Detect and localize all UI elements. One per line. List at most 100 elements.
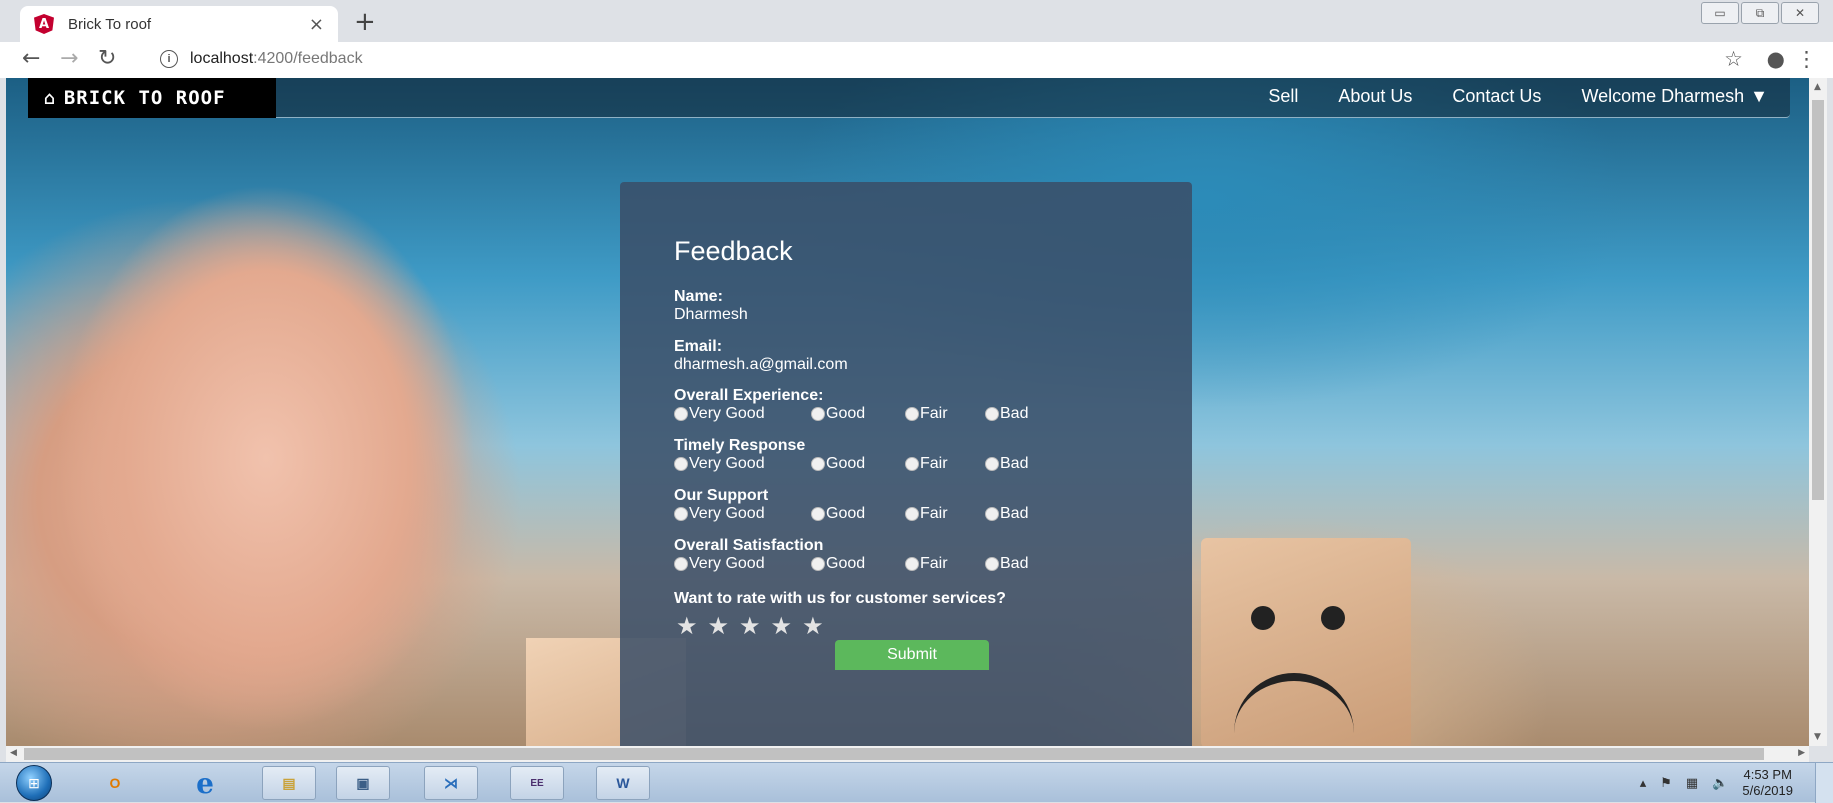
radio-label: Good — [826, 555, 866, 572]
scroll-right-icon[interactable]: ▶ — [1798, 748, 1805, 758]
radio-dot[interactable] — [674, 557, 688, 571]
radio-group-overall-satisfaction: Very Good Good Fair Bad — [674, 555, 1028, 573]
background-hand-image — [6, 158, 606, 746]
radio-dot[interactable] — [674, 407, 688, 421]
forward-icon[interactable]: → — [60, 46, 78, 71]
restore-icon[interactable]: ⧉ — [1741, 2, 1779, 24]
caret-down-icon: ▼ — [1750, 85, 1768, 106]
radio-dot[interactable] — [811, 507, 825, 521]
user-menu[interactable]: Welcome Dharmesh ▼ — [1581, 86, 1768, 107]
star-icon[interactable]: ★ — [676, 612, 698, 640]
radio-dot[interactable] — [905, 457, 919, 471]
radio-fair[interactable]: Fair — [905, 405, 985, 423]
radio-dot[interactable] — [674, 457, 688, 471]
radio-label: Bad — [1000, 405, 1029, 422]
radio-bad[interactable]: Bad — [985, 505, 1028, 523]
radio-label: Bad — [1000, 455, 1029, 472]
radio-good[interactable]: Good — [811, 555, 905, 573]
volume-icon[interactable]: 🔈 — [1712, 776, 1728, 791]
star-icon[interactable]: ★ — [802, 612, 824, 640]
horizontal-scrollbar[interactable]: ◀ ▶ — [6, 746, 1809, 762]
tab-title: Brick To roof — [68, 15, 152, 33]
radio-dot[interactable] — [985, 507, 999, 521]
radio-dot[interactable] — [905, 407, 919, 421]
nav-link-sell[interactable]: Sell — [1268, 86, 1298, 107]
radio-dot[interactable] — [674, 507, 688, 521]
outlook-icon[interactable]: O — [90, 766, 140, 800]
star-icon[interactable]: ★ — [739, 612, 761, 640]
minimize-icon[interactable]: ▭ — [1701, 2, 1739, 24]
rating-question: Want to rate with us for customer servic… — [674, 590, 1006, 607]
radio-label: Very Good — [689, 405, 765, 422]
radio-dot[interactable] — [811, 407, 825, 421]
horizontal-scroll-thumb[interactable] — [24, 748, 1764, 760]
radio-bad[interactable]: Bad — [985, 405, 1028, 423]
radio-dot[interactable] — [905, 507, 919, 521]
close-window-icon[interactable]: ✕ — [1781, 2, 1819, 24]
reload-icon[interactable]: ↻ — [98, 46, 116, 71]
browser-tab-strip: A Brick To roof × + ▭ ⧉ ✕ — [0, 0, 1833, 42]
flag-icon[interactable]: ⚑ — [1660, 776, 1672, 791]
task-window-icon[interactable]: ▣ — [336, 766, 390, 800]
radio-very-good[interactable]: Very Good — [674, 555, 811, 573]
scroll-down-icon[interactable]: ▼ — [1814, 732, 1821, 742]
bookmark-star-icon[interactable]: ☆ — [1724, 47, 1743, 71]
vertical-scroll-thumb[interactable] — [1812, 100, 1824, 500]
browser-tab[interactable]: A Brick To roof × — [20, 6, 338, 42]
radio-fair[interactable]: Fair — [905, 455, 985, 473]
scroll-up-icon[interactable]: ▲ — [1814, 82, 1821, 92]
tray-expand-icon[interactable]: ▴ — [1640, 776, 1647, 791]
word-icon[interactable]: W — [596, 766, 650, 800]
menu-kebab-icon[interactable]: ⋮ — [1796, 47, 1817, 71]
new-tab-button[interactable]: + — [354, 7, 376, 37]
radio-good[interactable]: Good — [811, 455, 905, 473]
clock-time: 4:53 PM — [1743, 767, 1792, 782]
name-label: Name: — [674, 288, 723, 305]
star-icon[interactable]: ★ — [708, 612, 730, 640]
nav-links: Sell About Us Contact Us Welcome Dharmes… — [1268, 78, 1768, 114]
window-controls: ▭ ⧉ ✕ — [1701, 2, 1819, 24]
angular-icon: A — [34, 14, 54, 34]
radio-dot[interactable] — [985, 407, 999, 421]
star-icon[interactable]: ★ — [771, 612, 793, 640]
radio-bad[interactable]: Bad — [985, 455, 1028, 473]
network-icon[interactable]: ▦ — [1686, 776, 1698, 791]
radio-dot[interactable] — [985, 557, 999, 571]
clock[interactable]: 4:53 PM 5/6/2019 — [1742, 767, 1793, 799]
brand-logo[interactable]: ⌂ BRICK TO ROOF — [28, 78, 276, 118]
radio-very-good[interactable]: Very Good — [674, 505, 811, 523]
eclipse-javaee-icon[interactable]: EE — [510, 766, 564, 800]
vscode-icon[interactable]: ⋊ — [424, 766, 478, 800]
system-tray: ▴ ⚑ ▦ 🔈 4:53 PM 5/6/2019 — [1640, 767, 1793, 799]
radio-fair[interactable]: Fair — [905, 555, 985, 573]
radio-fair[interactable]: Fair — [905, 505, 985, 523]
windows-taskbar: ⊞ O e ▤ ▣ ⋊ EE W ▴ ⚑ ▦ 🔈 4:53 PM 5/6/201… — [0, 762, 1833, 803]
radio-good[interactable]: Good — [811, 505, 905, 523]
radio-good[interactable]: Good — [811, 405, 905, 423]
url-host: localhost — [190, 50, 254, 67]
radio-dot[interactable] — [811, 557, 825, 571]
nav-link-about[interactable]: About Us — [1338, 86, 1412, 107]
radio-dot[interactable] — [811, 457, 825, 471]
house-icon: ⌂ — [44, 87, 56, 109]
address-bar: ← → ↻ i localhost:4200/feedback ☆ ● ⋮ — [0, 42, 1833, 78]
file-explorer-icon[interactable]: ▤ — [262, 766, 316, 800]
radio-dot[interactable] — [905, 557, 919, 571]
submit-button[interactable]: Submit — [835, 640, 989, 670]
close-icon[interactable]: × — [309, 14, 324, 35]
url-field[interactable]: i localhost:4200/feedback — [160, 50, 363, 68]
radio-very-good[interactable]: Very Good — [674, 405, 811, 423]
internet-explorer-icon[interactable]: e — [180, 766, 230, 800]
profile-icon[interactable]: ● — [1767, 47, 1785, 71]
site-navbar: ⌂ BRICK TO ROOF Sell About Us Contact Us… — [28, 78, 1790, 118]
scroll-left-icon[interactable]: ◀ — [10, 748, 17, 758]
radio-very-good[interactable]: Very Good — [674, 455, 811, 473]
show-desktop-button[interactable] — [1815, 763, 1833, 803]
radio-bad[interactable]: Bad — [985, 555, 1028, 573]
info-icon[interactable]: i — [160, 50, 178, 68]
back-icon[interactable]: ← — [22, 46, 40, 71]
start-button[interactable]: ⊞ — [16, 765, 52, 801]
radio-dot[interactable] — [985, 457, 999, 471]
vertical-scrollbar[interactable]: ▲ ▼ — [1809, 78, 1827, 746]
nav-link-contact[interactable]: Contact Us — [1452, 86, 1541, 107]
